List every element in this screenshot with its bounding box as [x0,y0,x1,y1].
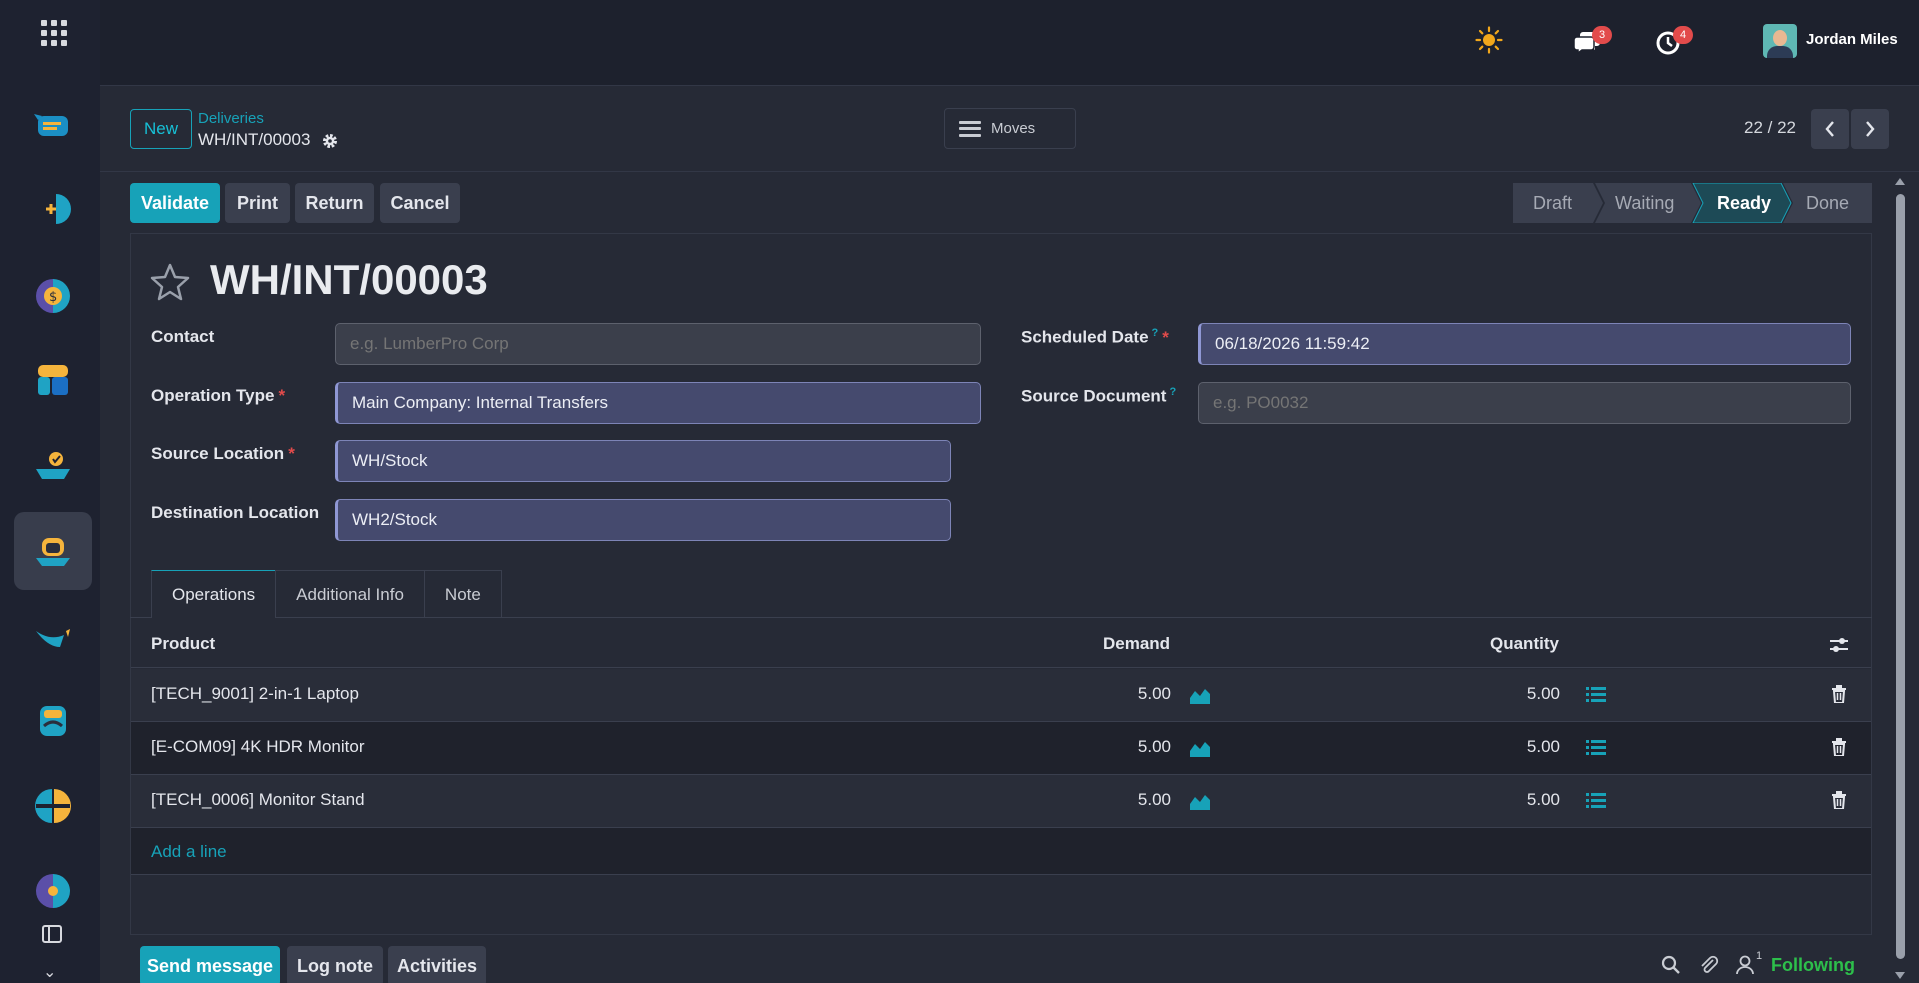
chevron-left-icon [1825,121,1834,137]
star-icon[interactable] [150,262,190,302]
forecast-chart-icon[interactable] [1189,739,1211,757]
row-quantity[interactable]: 5.00 [1480,684,1560,704]
status-waiting-label: Waiting [1615,193,1675,213]
new-button[interactable]: New [130,109,192,149]
table-row[interactable]: [TECH_9001] 2-in-1 Laptop 5.00 5.00 [131,669,1871,722]
scrollbar[interactable] [1893,172,1907,983]
contact-field[interactable] [335,323,981,365]
forecast-chart-icon[interactable] [1189,792,1211,810]
validate-button[interactable]: Validate [130,183,220,223]
scroll-up-arrow-icon[interactable] [1895,178,1905,185]
row-product[interactable]: [E-COM09] 4K HDR Monitor [151,737,365,757]
app-menu-grid-icon[interactable] [41,20,67,46]
activities-button[interactable]: Activities [388,946,486,983]
list-icon [959,120,981,137]
app-sales-icon[interactable] [14,341,92,419]
app-surveys-icon[interactable] [14,852,92,930]
scheduled-date-label: Scheduled Date? * [1021,327,1169,347]
column-quantity[interactable]: Quantity [1490,634,1559,654]
app-inventory-icon[interactable] [14,512,92,590]
pager-value[interactable]: 22 / 22 [1744,118,1796,138]
app-manufacturing-icon[interactable] [14,597,92,675]
top-navbar [100,0,1919,86]
operation-type-label: Operation Type * [151,386,286,405]
chevron-right-icon [1866,121,1875,137]
user-name[interactable]: Jordan Miles [1806,31,1898,48]
app-helpdesk-icon[interactable] [14,682,92,760]
column-product[interactable]: Product [151,634,215,654]
followers-icon[interactable] [1736,955,1754,975]
contact-label: Contact [151,327,215,346]
row-product[interactable]: [TECH_0006] Monitor Stand [151,790,365,810]
source-location-field[interactable]: WH/Stock [335,440,951,482]
app-project-icon[interactable] [14,767,92,845]
notebook-tabs: Operations Additional Info Note [151,570,502,618]
operation-type-field[interactable]: Main Company: Internal Transfers [335,382,981,424]
gear-icon[interactable] [321,132,339,150]
avatar[interactable] [1763,24,1797,58]
row-demand[interactable]: 5.00 [1091,790,1171,810]
row-demand[interactable]: 5.00 [1091,684,1171,704]
app-sidebar: $ ⌄ [0,0,100,983]
followers-count: 1 [1756,950,1763,962]
pager-previous-button[interactable] [1811,109,1849,149]
detailed-operations-icon[interactable] [1586,792,1606,810]
source-document-field[interactable] [1198,382,1851,424]
row-demand[interactable]: 5.00 [1091,737,1171,757]
return-button[interactable]: Return [295,183,374,223]
add-line-row: Add a line [131,828,1871,875]
status-ready-label: Ready [1717,193,1772,213]
send-message-button[interactable]: Send message [140,946,280,983]
scroll-down-arrow-icon[interactable] [1895,972,1905,979]
record-title[interactable]: WH/INT/00003 [210,256,488,304]
forecast-chart-icon[interactable] [1189,686,1211,704]
theme-sun-icon[interactable] [1475,26,1503,54]
app-contacts-icon[interactable] [14,170,92,248]
optional-columns-icon[interactable] [1829,636,1849,654]
sidebar-expand-icon[interactable]: ⌄ [43,962,56,982]
table-row[interactable]: [TECH_0006] Monitor Stand 5.00 5.00 [131,775,1871,828]
row-product[interactable]: [TECH_9001] 2-in-1 Laptop [151,684,359,704]
tab-note[interactable]: Note [423,570,502,618]
cancel-button[interactable]: Cancel [380,183,460,223]
moves-label: Moves [991,120,1036,137]
source-location-label: Source Location * [151,444,295,463]
app-purchase-icon[interactable] [14,427,92,505]
messages-badge: 3 [1592,26,1612,44]
status-done-label: Done [1806,193,1850,213]
scheduled-date-field[interactable]: 06/18/2026 11:59:42 [1198,323,1851,365]
sidebar-toggle-icon[interactable] [42,925,62,943]
status-draft-label: Draft [1533,193,1573,213]
activity-badge: 4 [1673,26,1693,44]
row-quantity[interactable]: 5.00 [1480,790,1560,810]
following-button[interactable]: Following [1771,955,1855,976]
trash-icon[interactable] [1831,685,1847,703]
pager-next-button[interactable] [1851,109,1889,149]
add-line-link[interactable]: Add a line [151,842,227,862]
app-discuss-icon[interactable] [14,86,92,164]
tab-additional-info[interactable]: Additional Info [275,570,425,618]
destination-location-field[interactable]: WH2/Stock [335,499,951,541]
destination-location-label: Destination Location [151,503,320,522]
app-accounting-icon[interactable]: $ [14,257,92,335]
paperclip-icon[interactable] [1699,955,1719,975]
print-button[interactable]: Print [225,183,290,223]
moves-smart-button[interactable]: Moves [944,108,1076,149]
tab-operations[interactable]: Operations [151,570,277,618]
breadcrumb-parent[interactable]: Deliveries [198,110,264,127]
table-row[interactable]: [E-COM09] 4K HDR Monitor 5.00 5.00 [131,722,1871,775]
row-quantity[interactable]: 5.00 [1480,737,1560,757]
scroll-thumb[interactable] [1896,194,1905,959]
breadcrumb-current: WH/INT/00003 [198,130,311,149]
detailed-operations-icon[interactable] [1586,739,1606,757]
trash-icon[interactable] [1831,738,1847,756]
column-demand[interactable]: Demand [1103,634,1170,654]
table-header: Product Demand Quantity [131,620,1871,668]
log-note-button[interactable]: Log note [287,946,383,983]
source-document-label: Source Document? [1021,386,1177,406]
svg-text:$: $ [49,290,57,305]
detailed-operations-icon[interactable] [1586,686,1606,704]
trash-icon[interactable] [1831,791,1847,809]
search-icon[interactable] [1661,955,1681,975]
